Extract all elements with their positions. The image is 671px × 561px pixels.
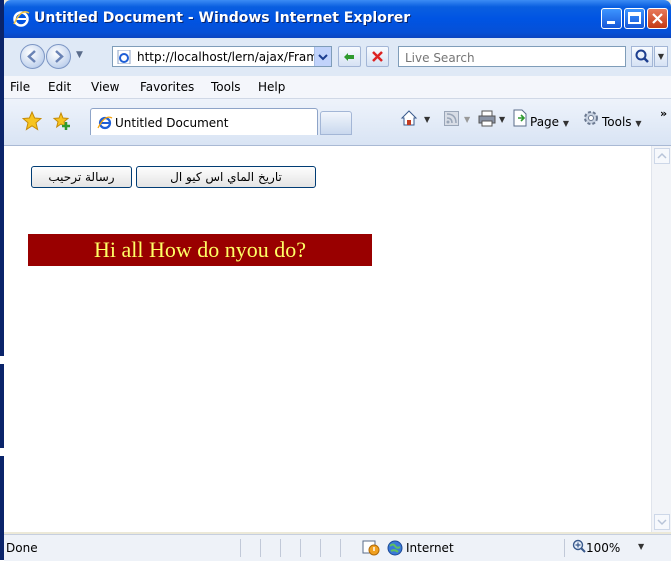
vertical-scrollbar[interactable] bbox=[651, 146, 671, 532]
close-button[interactable] bbox=[647, 8, 668, 29]
address-toolbar: ▼ http://localhost/lern/ajax/Fram ▼ bbox=[4, 38, 671, 76]
stop-icon bbox=[372, 51, 383, 62]
address-field[interactable]: http://localhost/lern/ajax/Fram bbox=[112, 46, 332, 67]
tools-gear-icon bbox=[584, 111, 598, 125]
welcome-message-button[interactable]: رسالة ترحيب bbox=[31, 166, 132, 188]
title-bar[interactable]: Untitled Document - Windows Internet Exp… bbox=[4, 0, 671, 38]
menu-tools[interactable]: Tools bbox=[211, 80, 241, 94]
search-icon bbox=[635, 49, 649, 63]
forward-button[interactable] bbox=[46, 44, 71, 69]
recent-pages-dropdown[interactable]: ▼ bbox=[76, 50, 83, 60]
search-input[interactable] bbox=[403, 49, 617, 66]
back-button[interactable] bbox=[20, 44, 45, 69]
scroll-down-button[interactable] bbox=[654, 514, 670, 530]
status-text: Done bbox=[6, 541, 38, 555]
page-icon bbox=[117, 50, 131, 64]
menu-help[interactable]: Help bbox=[258, 80, 285, 94]
tools-menu-label: Tools bbox=[602, 115, 632, 129]
search-options-dropdown[interactable]: ▼ bbox=[654, 46, 668, 67]
ie-page-icon bbox=[97, 116, 113, 130]
chevron-up-icon bbox=[657, 152, 667, 159]
status-divider bbox=[240, 539, 241, 557]
address-dropdown-button[interactable] bbox=[314, 47, 331, 66]
greeting-banner: Hi all How do nyou do? bbox=[28, 234, 372, 266]
tab-untitled-document[interactable]: Untitled Document bbox=[90, 108, 318, 135]
minimize-icon bbox=[607, 21, 615, 24]
page-menu-label: Page bbox=[530, 115, 560, 129]
maximize-icon bbox=[628, 12, 641, 24]
refresh-icon bbox=[344, 53, 354, 61]
address-url: http://localhost/lern/ajax/Fram bbox=[137, 50, 315, 64]
menu-view[interactable]: View bbox=[91, 80, 119, 94]
minimize-button[interactable] bbox=[601, 8, 622, 29]
print-icon[interactable] bbox=[478, 109, 496, 127]
add-favorite-icon[interactable] bbox=[52, 111, 72, 131]
security-zone-label: Internet bbox=[406, 541, 454, 555]
tab-bar: Untitled Document ▼ ▼ ▼ Page ▼ Tools ▼ » bbox=[4, 99, 671, 146]
status-bar: Done Internet 100% ▼ bbox=[4, 534, 671, 561]
feeds-icon[interactable] bbox=[444, 111, 459, 126]
menu-favorites[interactable]: Favorites bbox=[140, 80, 194, 94]
status-divider bbox=[260, 539, 261, 557]
search-field[interactable] bbox=[398, 46, 626, 67]
new-tab-button[interactable] bbox=[320, 111, 352, 135]
stop-button[interactable] bbox=[366, 46, 389, 67]
chevron-down-icon bbox=[318, 54, 328, 61]
status-divider bbox=[320, 539, 321, 557]
zoom-dropdown[interactable]: ▼ bbox=[638, 542, 644, 551]
status-divider bbox=[340, 539, 341, 557]
print-dropdown[interactable]: ▼ bbox=[499, 115, 505, 124]
forward-arrow-icon bbox=[55, 50, 64, 63]
page-menu-button[interactable]: Page ▼ bbox=[530, 115, 569, 129]
back-arrow-icon bbox=[27, 50, 36, 63]
more-commands-chevron-icon[interactable]: » bbox=[660, 107, 667, 120]
tools-menu-button[interactable]: Tools ▼ bbox=[602, 115, 642, 129]
protected-mode-icon[interactable] bbox=[362, 540, 380, 556]
home-icon[interactable] bbox=[400, 109, 418, 127]
menu-edit[interactable]: Edit bbox=[48, 80, 71, 94]
close-icon bbox=[652, 13, 663, 24]
menu-bar: File Edit View Favorites Tools Help bbox=[4, 76, 671, 99]
window-title: Untitled Document - Windows Internet Exp… bbox=[34, 10, 411, 26]
scroll-up-button[interactable] bbox=[654, 148, 670, 164]
search-button[interactable] bbox=[631, 46, 653, 67]
page-content: رسالة ترحيب تاريخ الماي اس كيو ال Hi all… bbox=[4, 146, 651, 532]
refresh-button[interactable] bbox=[338, 46, 361, 67]
menu-file[interactable]: File bbox=[10, 80, 30, 94]
page-menu-icon bbox=[513, 109, 527, 127]
favorites-star-icon[interactable] bbox=[22, 111, 42, 131]
feeds-dropdown[interactable]: ▼ bbox=[464, 115, 470, 124]
status-divider bbox=[300, 539, 301, 557]
ie-logo-icon bbox=[13, 11, 30, 27]
browser-window: Untitled Document - Windows Internet Exp… bbox=[0, 0, 671, 561]
internet-zone-globe-icon bbox=[387, 540, 403, 556]
chevron-down-icon bbox=[657, 519, 667, 526]
status-divider bbox=[280, 539, 281, 557]
status-divider bbox=[564, 539, 565, 557]
maximize-button[interactable] bbox=[624, 8, 645, 29]
zoom-icon[interactable] bbox=[572, 539, 586, 553]
zoom-level[interactable]: 100% bbox=[586, 541, 620, 555]
tab-title: Untitled Document bbox=[115, 116, 229, 130]
home-dropdown[interactable]: ▼ bbox=[424, 115, 430, 124]
mysql-date-button[interactable]: تاريخ الماي اس كيو ال bbox=[136, 166, 316, 188]
